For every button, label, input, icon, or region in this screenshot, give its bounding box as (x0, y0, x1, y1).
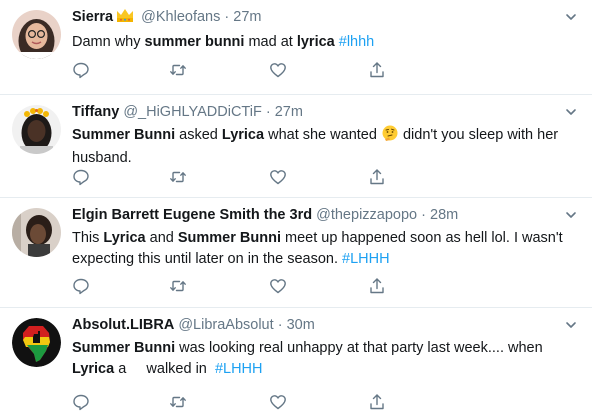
tweet[interactable]: Elgin Barrett Eugene Smith the 3rd @thep… (0, 198, 592, 308)
text-segment: Damn why (72, 34, 145, 50)
text-segment: mad at (244, 34, 297, 50)
separator: · (421, 207, 426, 223)
keyword: Summer Bunni (72, 127, 176, 143)
hashtag-link[interactable]: #LHHH (342, 251, 390, 267)
tweet-text: This Lyrica and Summer Bunni meet up hap… (72, 228, 564, 270)
keyword: Summer Bunni (72, 340, 176, 356)
tweet[interactable]: Sierra @Khleofans · 27m Damn why summer … (0, 0, 592, 95)
timestamp[interactable]: 30m (287, 317, 315, 333)
hashtag-link[interactable]: #lhhh (339, 34, 374, 50)
crown-emoji (116, 9, 134, 29)
like-icon[interactable] (269, 168, 287, 186)
text-segment: and (145, 230, 178, 246)
handle[interactable]: @LibraAbsolut (178, 317, 273, 333)
like-icon[interactable] (269, 277, 287, 295)
avatar[interactable] (12, 10, 61, 59)
display-name[interactable]: Absolut.LIBRA (72, 317, 174, 333)
display-name[interactable]: Sierra (72, 9, 113, 25)
tweet[interactable]: Tiffany @_HiGHLYADDiCTiF · 27m Summer Bu… (0, 95, 592, 198)
reply-icon[interactable] (72, 393, 90, 411)
avatar[interactable] (12, 318, 61, 367)
timestamp[interactable]: 28m (430, 207, 458, 223)
chevron-down-icon[interactable] (564, 208, 578, 222)
separator: · (265, 104, 271, 120)
handle[interactable]: @Khleofans (141, 9, 220, 25)
like-icon[interactable] (269, 61, 287, 79)
text-segment: asked (175, 127, 222, 143)
separator: · (277, 317, 283, 333)
text-segment: This (72, 230, 104, 246)
reply-icon[interactable] (72, 168, 90, 186)
display-name[interactable]: Elgin Barrett Eugene Smith the 3rd (72, 207, 312, 223)
text-segment: a walked in (114, 361, 215, 377)
reply-icon[interactable] (72, 61, 90, 79)
avatar[interactable] (12, 208, 61, 257)
retweet-icon[interactable] (169, 393, 187, 411)
chevron-down-icon[interactable] (564, 318, 578, 332)
display-name[interactable]: Tiffany (72, 104, 119, 120)
keyword: summer bunni (144, 34, 245, 50)
handle[interactable]: @_HiGHLYADDiCTiF (123, 104, 262, 120)
separator: · (224, 9, 230, 25)
tweet-text: Summer Bunni asked Lyrica what she wante… (72, 125, 564, 169)
share-icon[interactable] (368, 277, 386, 295)
retweet-icon[interactable] (169, 277, 187, 295)
share-icon[interactable] (368, 393, 386, 411)
hashtag-link[interactable]: #LHHH (215, 361, 263, 377)
avatar[interactable] (12, 105, 61, 154)
keyword: Lyrica (221, 127, 265, 143)
retweet-icon[interactable] (169, 61, 187, 79)
keyword: Summer Bunni (177, 230, 281, 246)
handle[interactable]: @thepizzapopo (316, 207, 417, 223)
tweet-text: Damn why summer bunni mad at lyrica #lhh… (72, 32, 564, 53)
timestamp[interactable]: 27m (233, 9, 261, 25)
like-icon[interactable] (269, 393, 287, 411)
tweet-text: Summer Bunni was looking real unhappy at… (72, 338, 564, 380)
reply-icon[interactable] (72, 277, 90, 295)
retweet-icon[interactable] (169, 168, 187, 186)
timestamp[interactable]: 27m (275, 104, 303, 120)
keyword: lyrica (296, 34, 335, 50)
keyword: Lyrica (103, 230, 146, 246)
text-segment: what she wanted (264, 127, 381, 143)
keyword: Lyrica (72, 361, 115, 377)
chevron-down-icon[interactable] (564, 105, 578, 119)
thinking-face-emoji (382, 125, 398, 148)
chevron-down-icon[interactable] (564, 10, 578, 24)
text-segment: was looking real unhappy at that party l… (175, 340, 547, 356)
share-icon[interactable] (368, 168, 386, 186)
tweet[interactable]: Absolut.LIBRA @LibraAbsolut · 30m Summer… (0, 308, 592, 419)
share-icon[interactable] (368, 61, 386, 79)
